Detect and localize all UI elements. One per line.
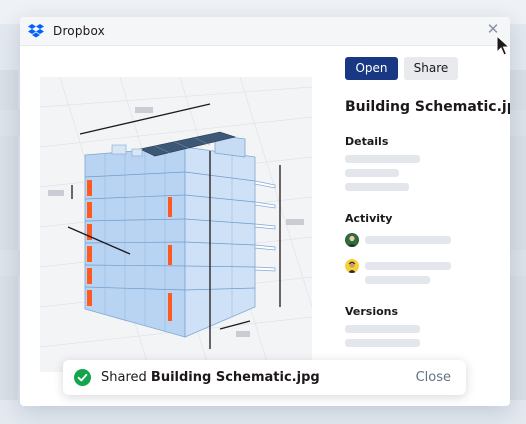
app-title: Dropbox — [53, 24, 105, 38]
toast-message: Shared Building Schematic.jpg — [101, 370, 320, 385]
share-button[interactable]: Share — [404, 57, 458, 80]
details-placeholder-line — [345, 183, 409, 191]
file-preview-modal: Dropbox ✕ Open Share Building Schematic.… — [20, 17, 510, 406]
activity-heading: Activity — [345, 212, 393, 225]
avatar — [345, 259, 359, 273]
share-toast: Shared Building Schematic.jpg Close — [63, 360, 466, 395]
versions-heading: Versions — [345, 305, 399, 318]
versions-placeholder-line — [345, 325, 420, 333]
details-placeholder-line — [345, 169, 399, 177]
toast-filename: Building Schematic.jpg — [150, 370, 320, 385]
modal-titlebar: Dropbox ✕ — [20, 17, 510, 46]
versions-placeholder-line — [345, 339, 420, 347]
toast-close-button[interactable]: Close — [416, 370, 451, 385]
building-schematic-image — [40, 77, 312, 372]
dropbox-logo-icon — [28, 24, 44, 38]
activity-placeholder-line — [365, 262, 451, 270]
activity-placeholder-line — [365, 276, 430, 284]
toast-prefix: Shared — [101, 370, 147, 385]
details-heading: Details — [345, 135, 389, 148]
open-button[interactable]: Open — [345, 57, 398, 80]
mouse-cursor-icon — [496, 34, 511, 57]
check-circle-icon — [74, 369, 91, 386]
file-title: Building Schematic.jpg — [345, 99, 510, 115]
activity-placeholder-line — [365, 236, 451, 244]
avatar — [345, 233, 359, 247]
image-preview — [40, 77, 312, 372]
details-placeholder-line — [345, 155, 420, 163]
